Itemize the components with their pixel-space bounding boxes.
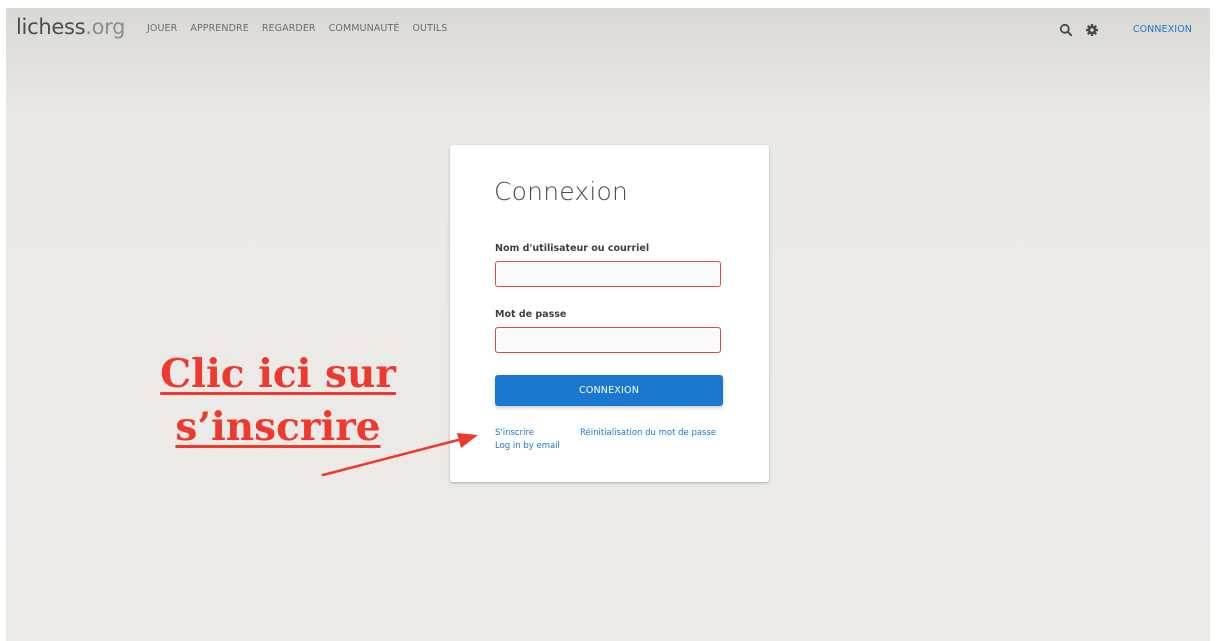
nav-item-tools[interactable]: OUTILS — [412, 23, 447, 34]
login-title: Connexion — [494, 177, 629, 206]
password-reset-link[interactable]: Réinitialisation du mot de passe — [580, 428, 716, 438]
logo-tld: .org — [85, 15, 126, 39]
gear-icon[interactable] — [1085, 23, 1099, 37]
username-label: Nom d'utilisateur ou courriel — [495, 243, 650, 254]
register-link[interactable]: S'inscrire — [495, 428, 534, 438]
site-logo[interactable]: lichess.org — [16, 17, 125, 38]
annotation-line-2: s’inscrire — [175, 404, 381, 450]
nav-item-watch[interactable]: REGARDER — [262, 23, 316, 34]
main-nav: JOUER APPRENDRE REGARDER COMMUNAUTÉ OUTI… — [147, 23, 447, 34]
page: lichess.org JOUER APPRENDRE REGARDER COM… — [6, 8, 1210, 641]
nav-item-community[interactable]: COMMUNAUTÉ — [329, 23, 400, 34]
nav-item-learn[interactable]: APPRENDRE — [190, 23, 249, 34]
username-input[interactable] — [495, 261, 721, 287]
nav-item-play[interactable]: JOUER — [147, 23, 177, 34]
annotation-line-1: Clic ici sur — [160, 351, 396, 397]
logo-name: lichess — [16, 15, 86, 39]
email-login-link[interactable]: Log in by email — [495, 441, 560, 451]
search-icon[interactable] — [1059, 23, 1073, 37]
signin-button[interactable]: CONNEXION — [1133, 24, 1192, 35]
password-label: Mot de passe — [495, 309, 567, 320]
tutorial-annotation: Clic ici sur s’inscrire — [158, 348, 398, 454]
login-submit-button[interactable]: CONNEXION — [495, 375, 723, 406]
password-input[interactable] — [495, 327, 721, 353]
login-card: Connexion Nom d'utilisateur ou courriel … — [450, 145, 769, 482]
